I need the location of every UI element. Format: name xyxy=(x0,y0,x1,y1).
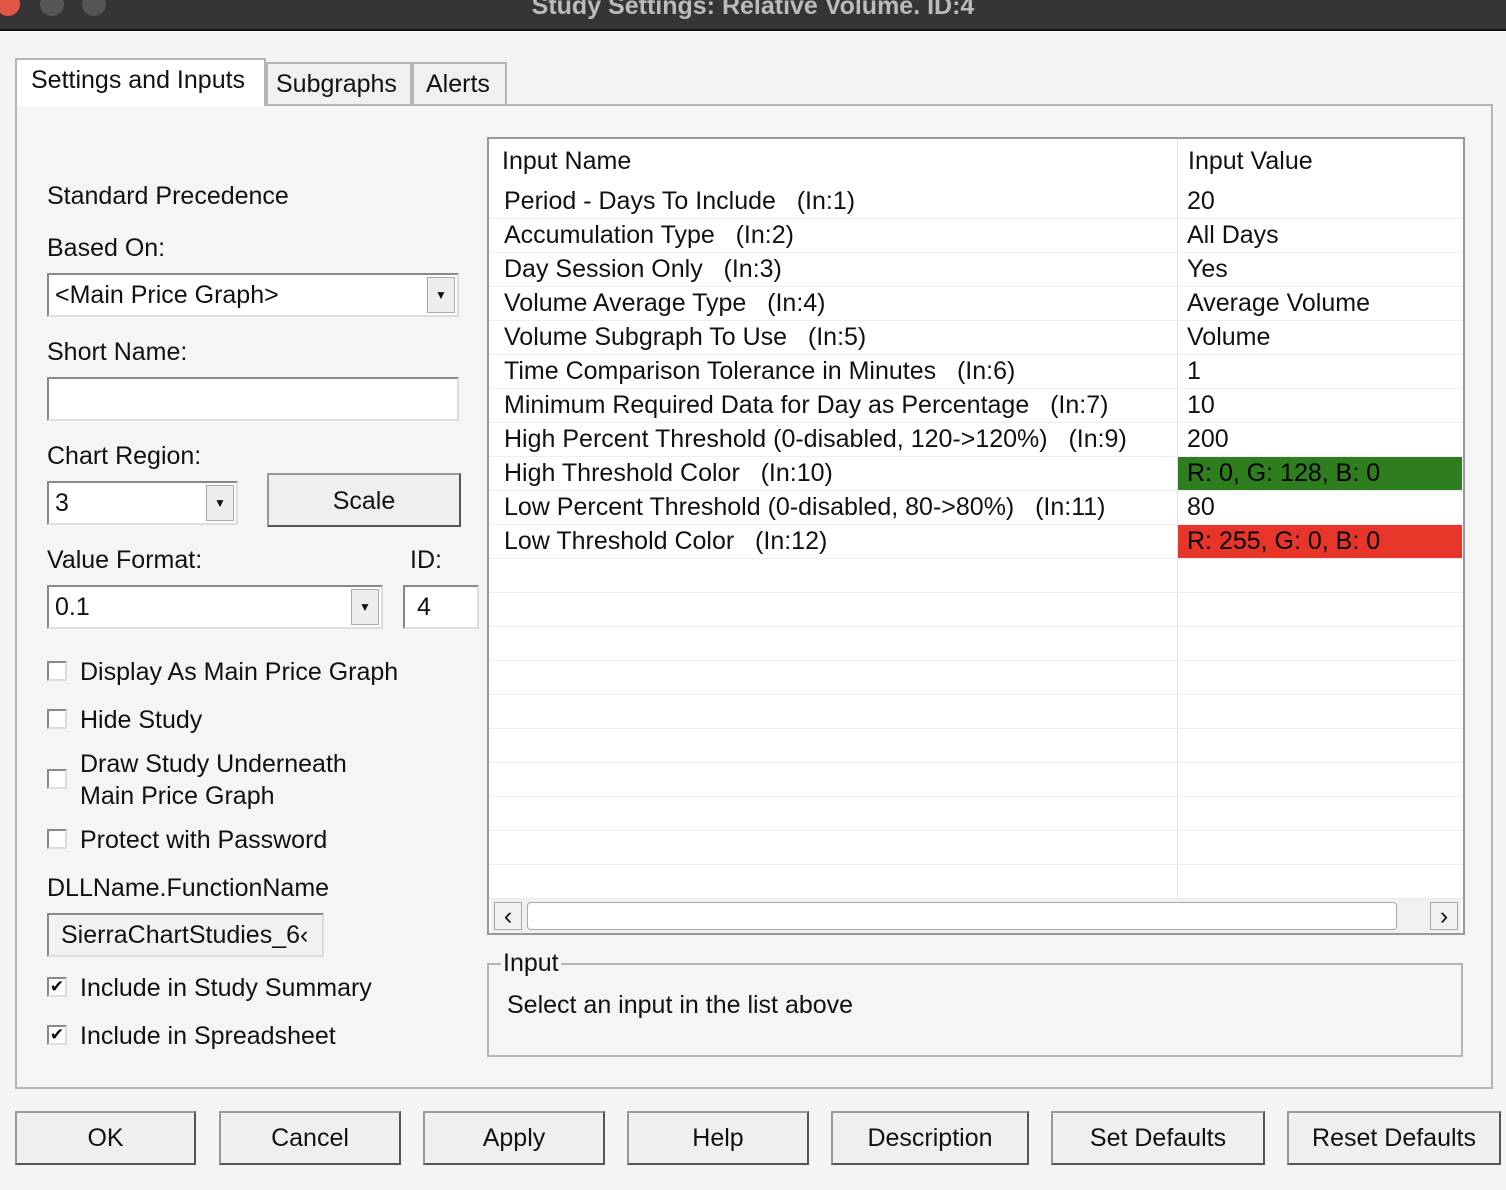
include-in-spreadsheet-checkbox[interactable]: ✔ xyxy=(47,1025,67,1045)
hide-study-checkbox[interactable] xyxy=(47,709,67,729)
id-label: ID: xyxy=(410,546,442,574)
empty-row xyxy=(489,729,1463,763)
input-value-cell[interactable]: R: 255, G: 0, B: 0 xyxy=(1187,527,1380,556)
grid-header: Input Name Input Value xyxy=(489,139,1463,185)
input-name-cell: Day Session Only (In:3) xyxy=(504,255,782,283)
empty-row xyxy=(489,593,1463,627)
cancel-button[interactable]: Cancel xyxy=(219,1111,401,1165)
based-on-select[interactable]: <Main Price Graph> ▼ xyxy=(47,273,459,317)
input-name-cell: High Percent Threshold (0-disabled, 120-… xyxy=(504,425,1127,453)
table-row[interactable]: Time Comparison Tolerance in Minutes (In… xyxy=(489,355,1463,389)
dll-name-field[interactable]: SierraChartStudies_6‹ xyxy=(47,913,324,957)
hide-study-label: Hide Study xyxy=(80,706,203,734)
table-row[interactable]: High Threshold Color (In:10) R: 0, G: 128… xyxy=(489,457,1463,491)
chevron-down-icon[interactable]: ▼ xyxy=(351,589,379,625)
table-row[interactable]: Minimum Required Data for Day as Percent… xyxy=(489,389,1463,423)
table-row[interactable]: Accumulation Type (In:2) All Days xyxy=(489,219,1463,253)
horizontal-scrollbar[interactable]: ‹ › xyxy=(491,899,1461,933)
scale-button[interactable]: Scale xyxy=(267,473,461,527)
inputs-grid: Input Name Input Value Period - Days To … xyxy=(487,137,1465,935)
input-name-cell: Low Threshold Color (In:12) xyxy=(504,527,828,555)
short-name-input[interactable] xyxy=(47,377,459,421)
tab-settings-and-inputs[interactable]: Settings and Inputs xyxy=(15,58,266,106)
chart-region-select[interactable]: 3 ▼ xyxy=(47,481,238,525)
table-row[interactable]: Low Threshold Color (In:12) R: 255, G: 0,… xyxy=(489,525,1463,559)
input-value-cell[interactable]: Average Volume xyxy=(1187,289,1370,318)
draw-study-underneath-label: Draw Study Underneath xyxy=(80,750,347,778)
table-row[interactable]: Period - Days To Include (In:1) 20 xyxy=(489,185,1463,219)
input-value-cell[interactable]: R: 0, G: 128, B: 0 xyxy=(1187,459,1380,488)
empty-row xyxy=(489,797,1463,831)
input-group-title: Input xyxy=(501,949,561,978)
empty-row xyxy=(489,661,1463,695)
input-value-cell[interactable]: 10 xyxy=(1187,391,1215,420)
include-in-study-summary-checkbox[interactable]: ✔ xyxy=(47,977,67,997)
chart-region-value: 3 xyxy=(55,489,69,517)
scroll-right-icon[interactable]: › xyxy=(1430,902,1458,930)
based-on-value: <Main Price Graph> xyxy=(55,281,279,309)
chevron-down-icon[interactable]: ▼ xyxy=(206,485,234,521)
apply-button[interactable]: Apply xyxy=(423,1111,605,1165)
set-defaults-button[interactable]: Set Defaults xyxy=(1051,1111,1265,1165)
input-name-cell: Volume Subgraph To Use (In:5) xyxy=(504,323,867,351)
value-format-label: Value Format: xyxy=(47,546,203,574)
include-in-study-summary-label: Include in Study Summary xyxy=(80,974,372,1002)
input-description: Select an input in the list above xyxy=(507,991,854,1019)
table-row[interactable]: Volume Average Type (In:4) Average Volume xyxy=(489,287,1463,321)
input-name-cell: High Threshold Color (In:10) xyxy=(504,459,833,487)
window-title: Study Settings: Relative Volume. ID:4 xyxy=(531,0,975,20)
empty-row xyxy=(489,695,1463,729)
input-name-cell: Low Percent Threshold (0-disabled, 80->8… xyxy=(504,493,1106,521)
protect-with-password-checkbox[interactable] xyxy=(47,829,67,849)
empty-row xyxy=(489,865,1463,899)
input-value-cell[interactable]: 200 xyxy=(1187,425,1229,454)
draw-study-underneath-checkbox[interactable] xyxy=(47,769,67,789)
input-group-box: Input Select an input in the list above xyxy=(487,949,1463,1057)
input-name-cell: Accumulation Type (In:2) xyxy=(504,221,794,249)
description-button[interactable]: Description xyxy=(831,1111,1029,1165)
short-name-label: Short Name: xyxy=(47,338,188,366)
chevron-down-icon[interactable]: ▼ xyxy=(427,277,455,313)
header-input-value[interactable]: Input Value xyxy=(1188,147,1313,176)
header-input-name[interactable]: Input Name xyxy=(502,147,631,176)
display-as-main-price-graph-label: Display As Main Price Graph xyxy=(80,658,399,686)
input-value-cell[interactable]: 20 xyxy=(1187,187,1215,216)
input-value-cell[interactable]: 80 xyxy=(1187,493,1215,522)
tab-alerts[interactable]: Alerts xyxy=(412,62,507,104)
input-value-cell[interactable]: All Days xyxy=(1187,221,1279,250)
protect-with-password-label: Protect with Password xyxy=(80,826,328,854)
table-row[interactable]: Low Percent Threshold (0-disabled, 80->8… xyxy=(489,491,1463,525)
empty-row xyxy=(489,627,1463,661)
empty-row xyxy=(489,831,1463,865)
reset-defaults-button[interactable]: Reset Defaults xyxy=(1287,1111,1501,1165)
help-button[interactable]: Help xyxy=(627,1111,809,1165)
table-row[interactable]: Volume Subgraph To Use (In:5) Volume xyxy=(489,321,1463,355)
input-name-cell: Minimum Required Data for Day as Percent… xyxy=(504,391,1109,419)
title-bar: Study Settings: Relative Volume. ID:4 xyxy=(0,0,1506,31)
input-value-cell[interactable]: Yes xyxy=(1187,255,1228,284)
ok-button[interactable]: OK xyxy=(15,1111,196,1165)
input-value-cell[interactable]: Volume xyxy=(1187,323,1270,352)
empty-row xyxy=(489,559,1463,593)
dll-name-label: DLLName.FunctionName xyxy=(47,874,330,902)
based-on-label: Based On: xyxy=(47,234,166,262)
standard-precedence-label: Standard Precedence xyxy=(47,182,289,210)
chart-region-label: Chart Region: xyxy=(47,442,202,470)
input-name-cell: Period - Days To Include (In:1) xyxy=(504,187,856,215)
value-format-value: 0.1 xyxy=(55,593,90,621)
input-name-cell: Time Comparison Tolerance in Minutes (In… xyxy=(504,357,1016,385)
display-as-main-price-graph-checkbox[interactable] xyxy=(47,661,67,681)
value-format-select[interactable]: 0.1 ▼ xyxy=(47,585,383,629)
scroll-left-icon[interactable]: ‹ xyxy=(494,902,522,930)
input-name-cell: Volume Average Type (In:4) xyxy=(504,289,826,317)
empty-row xyxy=(489,763,1463,797)
id-input[interactable]: 4 xyxy=(403,585,479,629)
table-row[interactable]: Day Session Only (In:3) Yes xyxy=(489,253,1463,287)
draw-study-underneath-label-line2: Main Price Graph xyxy=(80,782,275,810)
include-in-spreadsheet-label: Include in Spreadsheet xyxy=(80,1022,336,1050)
tab-subgraphs[interactable]: Subgraphs xyxy=(266,62,412,104)
scrollbar-thumb[interactable] xyxy=(527,902,1397,930)
table-row[interactable]: High Percent Threshold (0-disabled, 120-… xyxy=(489,423,1463,457)
input-value-cell[interactable]: 1 xyxy=(1187,357,1201,386)
